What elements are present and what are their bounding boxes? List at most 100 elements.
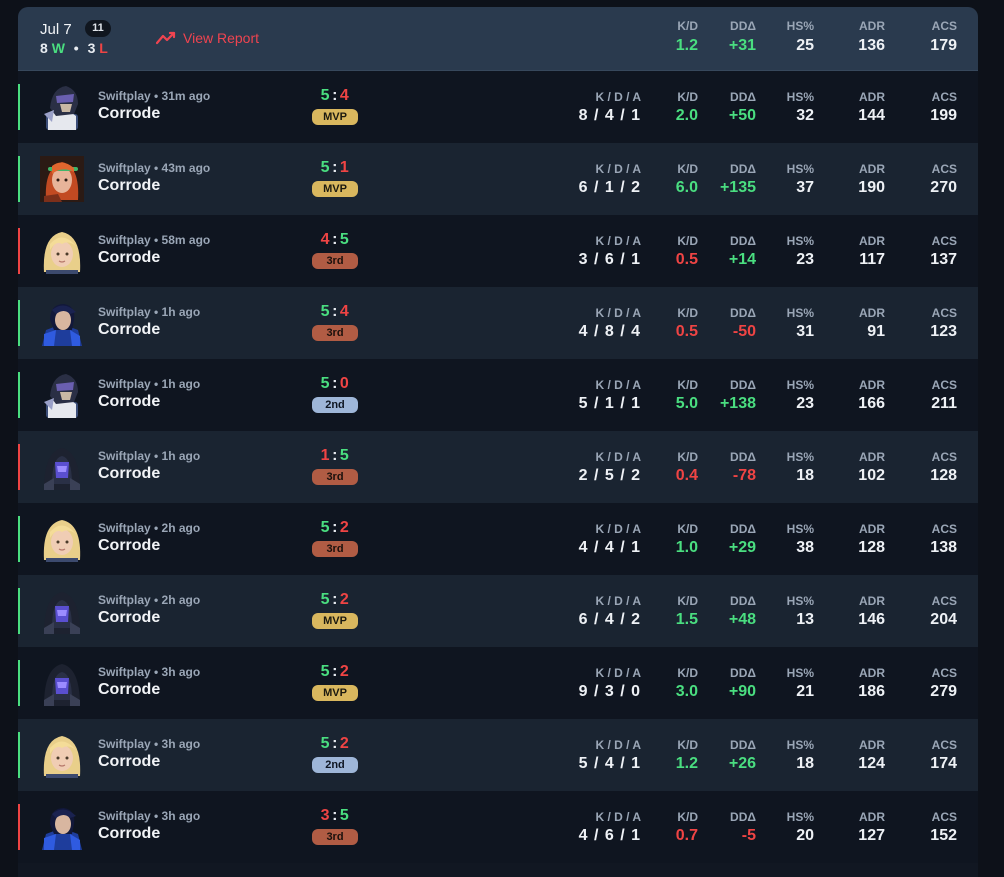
score-separator: : — [332, 663, 338, 680]
hs-value: 23 — [796, 251, 814, 268]
red-haired-agent-icon — [40, 156, 84, 202]
kda-stat: K / D / A 2 / 5 / 2 — [579, 450, 641, 486]
hs-stat: HS% 32 — [787, 90, 814, 126]
score-separator: : — [332, 87, 338, 104]
agent-name: Corrode — [98, 753, 161, 770]
losses-count: 3 — [87, 40, 96, 56]
stat-label: ACS — [931, 162, 957, 176]
kd-stat: K/D 3.0 — [676, 666, 698, 702]
stat-label: K / D / A — [595, 738, 641, 752]
stat-label: ACS — [931, 594, 957, 608]
stat-label: K / D / A — [595, 666, 641, 680]
agent-name: Corrode — [98, 609, 161, 626]
kd-value: 2.0 — [675, 107, 698, 124]
hs-value: 18 — [796, 755, 814, 772]
match-row[interactable]: Swiftplay • 2h ago Corrode 5:2 MVP K / D / A… — [18, 575, 978, 647]
acs-stat: ACS 152 — [930, 810, 957, 846]
dd-value: -50 — [732, 323, 756, 340]
acs-stat: ACS 128 — [930, 450, 957, 486]
kda-stat: K / D / A 6 / 4 / 2 — [579, 594, 641, 630]
acs-stat: ACS 137 — [930, 234, 957, 270]
acs-value: 204 — [930, 611, 957, 628]
result-indicator-bar — [18, 516, 20, 562]
kda-stat: K / D / A 3 / 6 / 1 — [579, 234, 641, 270]
kda-value: 4 / 6 / 1 — [578, 827, 641, 844]
acs-stat: ACS 279 — [930, 666, 957, 702]
view-report-button[interactable]: View Report — [156, 30, 259, 46]
dd-stat: DDΔ -78 — [730, 450, 756, 486]
placement-badge: MVP — [312, 181, 358, 197]
match-row[interactable]: Swiftplay • 43m ago Corrode 5:1 MVP K / D / … — [18, 143, 978, 215]
kda-value: 5 / 4 / 1 — [578, 755, 641, 772]
hs-value: 31 — [796, 323, 814, 340]
match-row[interactable]: Swiftplay • 58m ago Corrode 4:5 3rd K / D / … — [18, 215, 978, 287]
result-indicator-bar — [18, 156, 20, 202]
dd-stat: DDΔ +29 — [729, 522, 756, 558]
stat-label: HS% — [786, 810, 814, 824]
summary-dd-stat: DDΔ +31 — [729, 19, 756, 56]
team-score: 5 — [320, 303, 331, 320]
acs-value: 270 — [930, 179, 957, 196]
stat-label: K/D — [677, 378, 698, 392]
summary-hs-stat: HS% 25 — [787, 19, 814, 56]
enemy-score: 1 — [339, 159, 350, 176]
match-meta: Swiftplay • 1h ago — [98, 377, 201, 391]
blonde-agent-icon — [40, 516, 84, 562]
enemy-score: 4 — [339, 303, 350, 320]
stat-label: HS% — [786, 522, 814, 536]
kda-stat: K / D / A 8 / 4 / 1 — [579, 90, 641, 126]
match-row[interactable]: Swiftplay • 3h ago Corrode 3:5 3rd K / D / A… — [18, 791, 978, 863]
match-row[interactable]: Swiftplay • 2h ago Corrode 5:2 3rd K / D / A… — [18, 503, 978, 575]
agent-name: Corrode — [98, 393, 161, 410]
stat-label: K/D — [677, 594, 698, 608]
summary-adr-stat: ADR 136 — [858, 19, 885, 56]
match-row[interactable]: Swiftplay • 1h ago Corrode 5:0 2nd K / D / A… — [18, 359, 978, 431]
placement-badge: 3rd — [312, 829, 358, 845]
kda-stat: K / D / A 9 / 3 / 0 — [579, 666, 641, 702]
stat-label: DDΔ — [730, 810, 756, 824]
agent-name: Corrode — [98, 681, 161, 698]
stat-label: K/D — [677, 810, 698, 824]
summary-dd-value: +31 — [728, 37, 756, 54]
stat-label: K/D — [677, 90, 698, 104]
team-score: 5 — [320, 375, 331, 392]
stat-label: ACS — [931, 378, 957, 392]
match-row[interactable]: Swiftplay • 3h ago Corrode 5:2 2nd K / D / A… — [18, 719, 978, 791]
score-separator: : — [332, 519, 338, 536]
match-row[interactable]: Swiftplay • 1h ago Corrode 1:5 3rd K / D / A… — [18, 431, 978, 503]
acs-value: 211 — [931, 395, 957, 412]
agent-name: Corrode — [98, 825, 161, 842]
adr-value: 166 — [858, 395, 885, 412]
dd-value: -78 — [732, 467, 756, 484]
kda-stat: K / D / A 4 / 8 / 4 — [579, 306, 641, 342]
score-separator: : — [332, 735, 338, 752]
adr-value: 91 — [867, 323, 885, 340]
kda-value: 4 / 8 / 4 — [578, 323, 641, 340]
kd-value: 3.0 — [675, 683, 698, 700]
stat-label: ADR — [859, 19, 885, 33]
enemy-score: 4 — [339, 87, 350, 104]
adr-value: 186 — [858, 683, 885, 700]
kd-value: 1.0 — [675, 539, 698, 556]
enemy-score: 2 — [339, 735, 350, 752]
stat-label: ADR — [859, 594, 885, 608]
stat-label: ACS — [931, 19, 957, 33]
match-row[interactable]: Swiftplay • 3h ago Corrode 5:2 MVP K / D / A… — [18, 647, 978, 719]
acs-stat: ACS 123 — [930, 306, 957, 342]
adr-stat: ADR 117 — [859, 234, 885, 270]
result-indicator-bar — [18, 660, 20, 706]
kd-stat: K/D 0.5 — [676, 306, 698, 342]
adr-stat: ADR 144 — [858, 90, 885, 126]
placement-badge: 3rd — [312, 469, 358, 485]
match-row[interactable]: Swiftplay • 1h ago Corrode 5:4 3rd K / D / A… — [18, 287, 978, 359]
match-score: 3:5 — [312, 807, 358, 825]
stat-label: ADR — [859, 234, 885, 248]
stat-label: K/D — [677, 19, 698, 33]
match-score: 5:0 — [312, 375, 358, 393]
match-meta: Swiftplay • 3h ago — [98, 809, 201, 823]
kda-value: 9 / 3 / 0 — [578, 683, 641, 700]
dd-value: +138 — [719, 395, 756, 412]
stat-label: ACS — [931, 666, 957, 680]
match-row[interactable]: Swiftplay • 31m ago Corrode 5:4 MVP K / D / … — [18, 71, 978, 143]
dd-stat: DDΔ -5 — [730, 810, 756, 846]
